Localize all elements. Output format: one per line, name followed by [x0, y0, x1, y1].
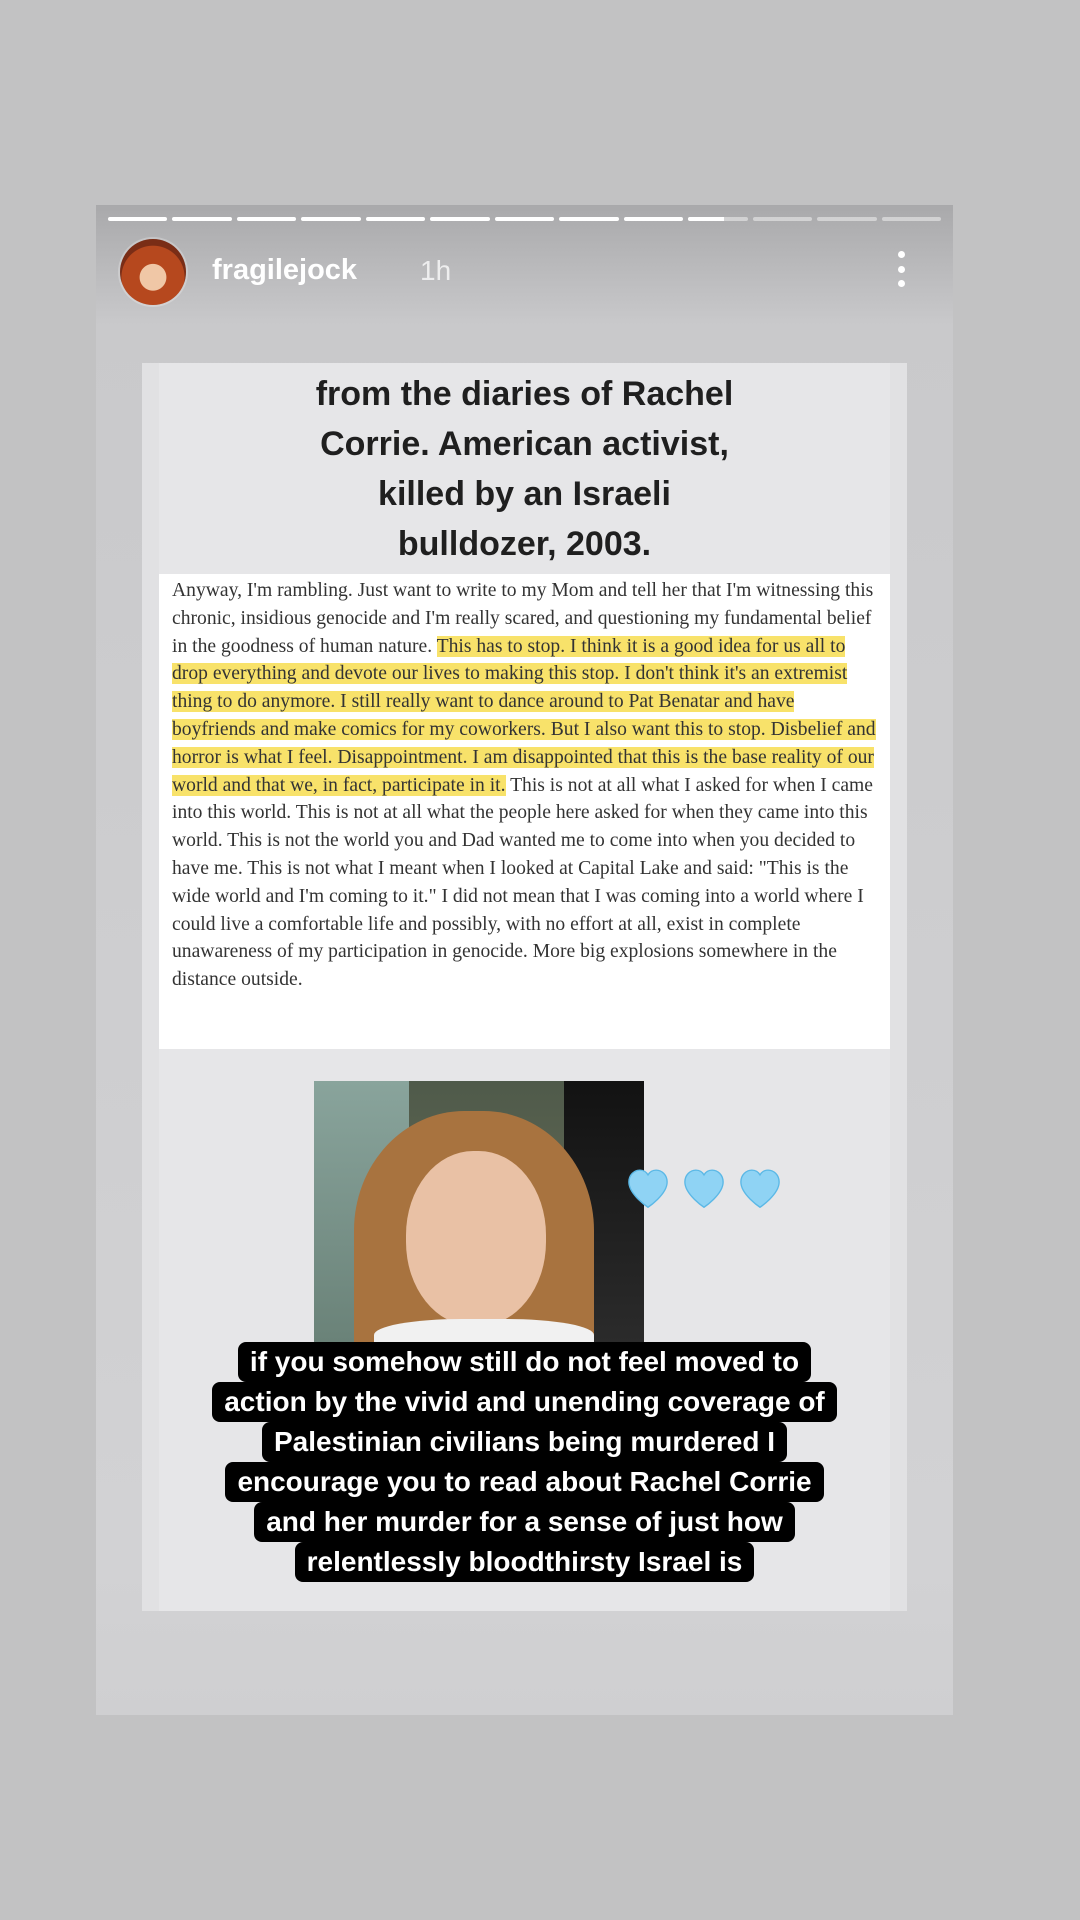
more-vertical-icon[interactable] [895, 251, 907, 287]
story-progress-bar [108, 217, 942, 221]
progress-segment [236, 217, 297, 221]
post-title: from the diaries of Rachel Corrie. Ameri… [202, 369, 847, 569]
light-blue-heart-icon [684, 1169, 724, 1209]
progress-segment [559, 217, 619, 221]
progress-segment [752, 217, 813, 221]
title-line: killed by an Israeli [378, 475, 671, 513]
progress-segment [623, 217, 684, 221]
light-blue-heart-icon [740, 1169, 780, 1209]
username-link[interactable]: fragilejock [212, 254, 357, 287]
progress-segment [881, 217, 942, 221]
diary-text-after: This is not at all what I asked for when… [172, 774, 873, 991]
story-caption: if you somehow still do not feel moved t… [142, 1342, 907, 1582]
story-viewer[interactable]: fragilejock 1h from the diaries of Rache… [96, 205, 953, 1715]
title-line: bulldozer, 2003. [397, 525, 652, 563]
progress-segment [494, 217, 555, 221]
post-timestamp: 1h [420, 255, 452, 286]
rachel-corrie-photo [314, 1081, 644, 1343]
title-line: from the diaries of Rachel [315, 375, 734, 413]
title-line: Corrie. American activist, [320, 425, 729, 463]
caption-line: and her murder for a sense of just how [254, 1502, 795, 1542]
diary-text: Anyway, I'm rambling. Just want to write… [172, 577, 880, 994]
caption-line: action by the vivid and unending coverag… [212, 1382, 837, 1422]
progress-segment [301, 217, 361, 221]
progress-segment [365, 217, 426, 221]
caption-line: relentlessly bloodthirsty Israel is [294, 1542, 755, 1582]
progress-segment [108, 217, 168, 221]
diary-highlighted-text: This has to stop. I think it is a good i… [172, 635, 876, 796]
progress-segment [817, 217, 877, 221]
diary-excerpt: Anyway, I'm rambling. Just want to write… [159, 574, 890, 1049]
progress-segment [430, 217, 490, 221]
story-header: fragilejock 1h [120, 239, 923, 307]
light-blue-heart-icon [628, 1169, 668, 1209]
avatar[interactable] [120, 239, 186, 305]
caption-line: Palestinian civilians being murdered I [261, 1422, 788, 1462]
hearts-sticker [621, 1160, 787, 1214]
caption-line: encourage you to read about Rachel Corri… [225, 1462, 824, 1502]
progress-segment [688, 217, 748, 221]
caption-line: if you somehow still do not feel moved t… [237, 1342, 812, 1382]
progress-segment [172, 217, 232, 221]
